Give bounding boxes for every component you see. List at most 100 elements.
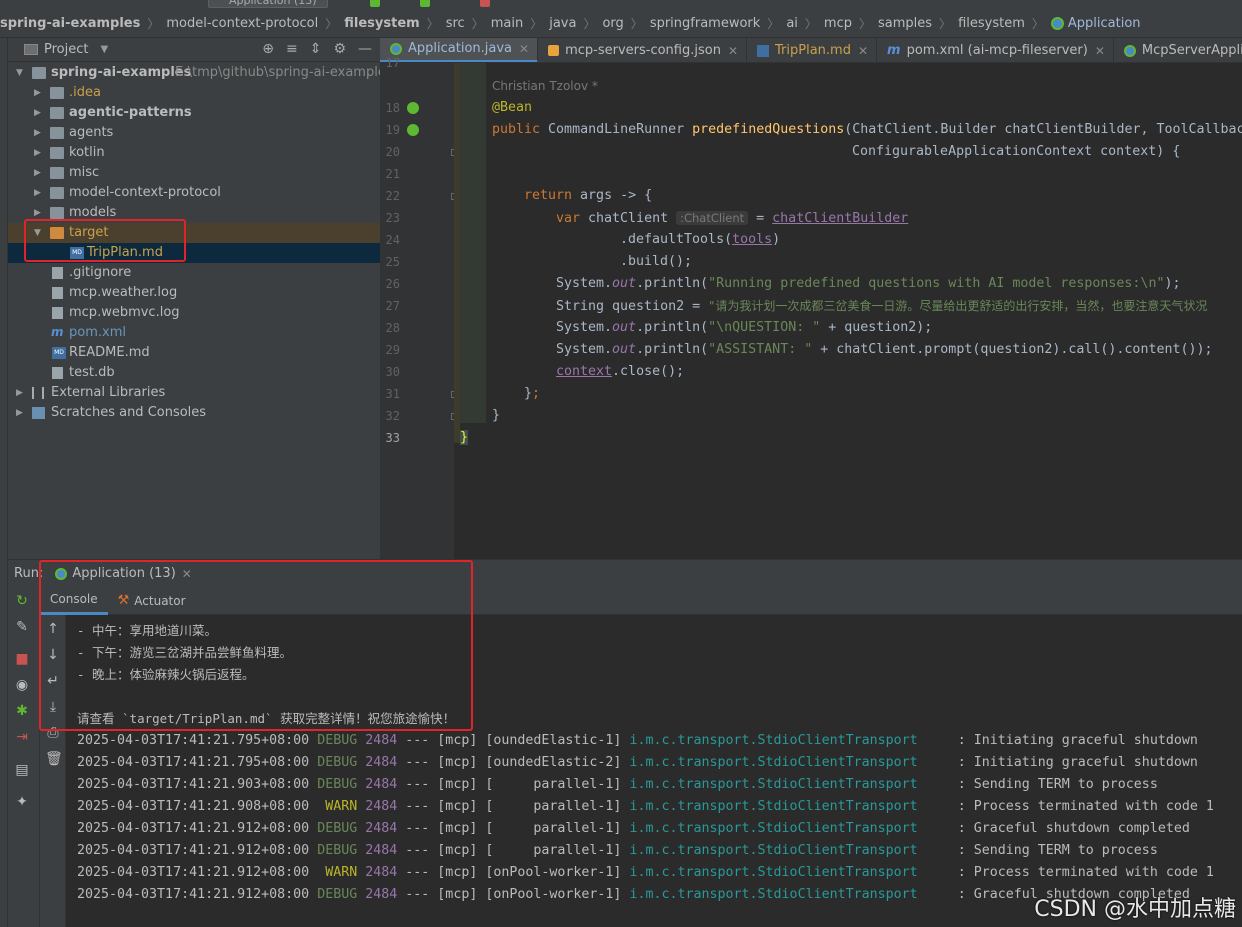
line-number: 31 — [385, 387, 400, 401]
tab-application-java[interactable]: Application.java ✕ — [380, 38, 539, 62]
line-number: 25 — [385, 255, 400, 269]
log-cls: i.m.c.transport.StdioClientTransport — [629, 777, 918, 792]
folder-icon — [50, 87, 64, 99]
close-icon[interactable]: ✕ — [182, 567, 192, 581]
rerun-icon[interactable]: ↻ — [14, 593, 30, 609]
chevron-down-icon[interactable]: ▼ — [100, 44, 108, 55]
folder-icon — [50, 187, 64, 199]
code-token: .build(); — [620, 254, 693, 269]
tree-item-tripplan[interactable]: MD TripPlan.md — [8, 243, 380, 263]
trash-icon[interactable]: 🗑 — [45, 751, 63, 767]
minimize-icon[interactable]: — — [358, 41, 372, 57]
spring-bean-icon[interactable] — [407, 124, 419, 136]
file-icon — [52, 367, 63, 379]
breadcrumb-item[interactable]: mcp — [824, 16, 852, 31]
breadcrumb-item[interactable]: ai — [786, 16, 798, 31]
breadcrumb-item[interactable]: Application — [1068, 16, 1141, 31]
tree-scratches[interactable]: ▶ Scratches and Consoles — [8, 403, 380, 423]
tree-item[interactable]: ▶ misc — [8, 163, 380, 183]
tab-actuator[interactable]: ⚒ Actuator — [108, 587, 196, 615]
json-icon — [548, 45, 560, 56]
breadcrumb-item[interactable]: main — [491, 16, 523, 31]
gear-icon[interactable]: ⚙ — [333, 41, 346, 57]
wrench-icon[interactable]: ✎ — [14, 619, 30, 635]
tree-item-target[interactable]: ▼ target — [8, 223, 380, 243]
breadcrumb-item[interactable]: filesystem — [958, 16, 1025, 31]
stop-icon[interactable] — [480, 0, 490, 7]
log-level: DEBUG — [317, 843, 358, 858]
run-icon[interactable] — [370, 0, 380, 7]
tree-item[interactable]: ▶ agentic-patterns — [8, 103, 380, 123]
log-level: DEBUG — [317, 755, 358, 770]
breadcrumb-item[interactable]: samples — [878, 16, 932, 31]
log-ts: 2025-04-03T17:41:21.908+08:00 — [77, 799, 310, 814]
tree-item[interactable]: .gitignore — [8, 263, 380, 283]
tab-console[interactable]: Console — [40, 587, 108, 615]
code-token: @Bean — [492, 100, 533, 115]
expand-all-icon[interactable]: ≡ — [286, 41, 298, 57]
code-editor[interactable]: Christian Tzolov * @Bean public CommandL… — [454, 63, 1242, 559]
line-number: 20 — [385, 145, 400, 159]
folder-icon — [50, 147, 64, 159]
tab-tripplan-md[interactable]: TripPlan.md ✕ — [747, 38, 878, 63]
breadcrumb-item[interactable]: springframework — [650, 16, 760, 31]
log-line: 2025-04-03T17:41:21.795+08:00 DEBUG 2484… — [77, 752, 1198, 774]
arrow-down-icon[interactable]: ↓ — [45, 647, 61, 663]
breadcrumb-item[interactable]: spring-ai-examples — [0, 16, 140, 31]
tree-item[interactable]: ▶ kotlin — [8, 143, 380, 163]
project-tree: ▼ spring-ai-examples E:\tmp\github\sprin… — [8, 62, 380, 559]
project-panel-title[interactable]: Project — [44, 42, 88, 57]
run-tab-application[interactable]: Application (13) ✕ — [55, 566, 192, 581]
debug-icon[interactable] — [420, 0, 430, 7]
tree-external-libraries[interactable]: ▶ External Libraries — [8, 383, 380, 403]
tab-mcpserverapplication-java[interactable]: McpServerApplication.java — [1114, 38, 1242, 62]
tree-item[interactable]: ▶ model-context-protocol — [8, 183, 380, 203]
code-token: ) — [772, 232, 781, 247]
breadcrumb-item[interactable]: java — [549, 16, 576, 31]
log-thread: --- [mcp] [oundedElastic-1] — [405, 733, 622, 748]
log-line: 2025-04-03T17:41:21.912+08:00 DEBUG 2484… — [77, 818, 1190, 840]
tab-mcp-servers-config[interactable]: mcp-servers-config.json ✕ — [538, 38, 748, 63]
exit-icon[interactable]: ⇥ — [14, 729, 30, 745]
debug-icon[interactable]: ✱ — [14, 703, 30, 719]
log-cls: i.m.c.transport.StdioClientTransport — [629, 755, 918, 770]
arrow-up-icon[interactable]: ↑ — [45, 621, 61, 637]
code-token: } — [460, 430, 469, 445]
breadcrumb-item[interactable]: org — [602, 16, 623, 31]
soft-wrap-icon[interactable]: ↵ — [45, 673, 61, 689]
tab-pom-xml[interactable]: m pom.xml (ai-mcp-fileserver) ✕ — [877, 38, 1114, 63]
markdown-icon: MD — [70, 247, 84, 259]
tree-item[interactable]: ▶ agents — [8, 123, 380, 143]
log-level: DEBUG — [317, 777, 358, 792]
breadcrumb-item[interactable]: src — [446, 16, 465, 31]
stop-icon[interactable]: ■ — [14, 651, 30, 667]
tree-item-label: Scratches and Consoles — [51, 405, 207, 420]
tree-item[interactable]: mcp.weather.log — [8, 283, 380, 303]
collapse-all-icon[interactable]: ⇕ — [310, 41, 322, 57]
tree-item[interactable]: ▶ models — [8, 203, 380, 223]
tree-root[interactable]: ▼ spring-ai-examples E:\tmp\github\sprin… — [8, 63, 380, 83]
breadcrumb-item[interactable]: filesystem — [344, 16, 419, 31]
pin-icon[interactable]: ✦ — [14, 794, 30, 810]
camera-icon[interactable]: ◉ — [14, 677, 30, 693]
tree-item[interactable]: test.db — [8, 363, 380, 383]
print-icon[interactable]: ⎙ — [45, 725, 61, 741]
tree-item[interactable]: ▶ .idea — [8, 83, 380, 103]
close-icon[interactable]: ✕ — [728, 39, 738, 63]
tree-item[interactable]: mcp.webmvc.log — [8, 303, 380, 323]
breadcrumb-item[interactable]: model-context-protocol — [166, 16, 318, 31]
code-token: return — [524, 188, 581, 203]
layout-icon[interactable]: ▤ — [14, 762, 30, 778]
locate-icon[interactable]: ⊕ — [262, 41, 274, 57]
run-configuration-selector[interactable]: Application (13) — [208, 0, 328, 8]
spring-bean-icon[interactable] — [407, 102, 419, 114]
console-output[interactable]: - 中午：享用地道川菜。 - 下午：游览三岔湖并品尝鲜鱼料理。 - 晚上：体验麻… — [66, 615, 1242, 927]
tree-item[interactable]: m pom.xml — [8, 323, 380, 343]
close-icon[interactable]: ✕ — [858, 39, 868, 63]
close-icon[interactable]: ✕ — [519, 38, 529, 61]
tree-item[interactable]: MD README.md — [8, 343, 380, 363]
code-token: "Running predefined questions with AI mo… — [708, 276, 1165, 291]
log-level: WARN — [317, 799, 358, 814]
scroll-to-end-icon[interactable]: ⤓ — [45, 699, 61, 715]
close-icon[interactable]: ✕ — [1095, 39, 1105, 63]
